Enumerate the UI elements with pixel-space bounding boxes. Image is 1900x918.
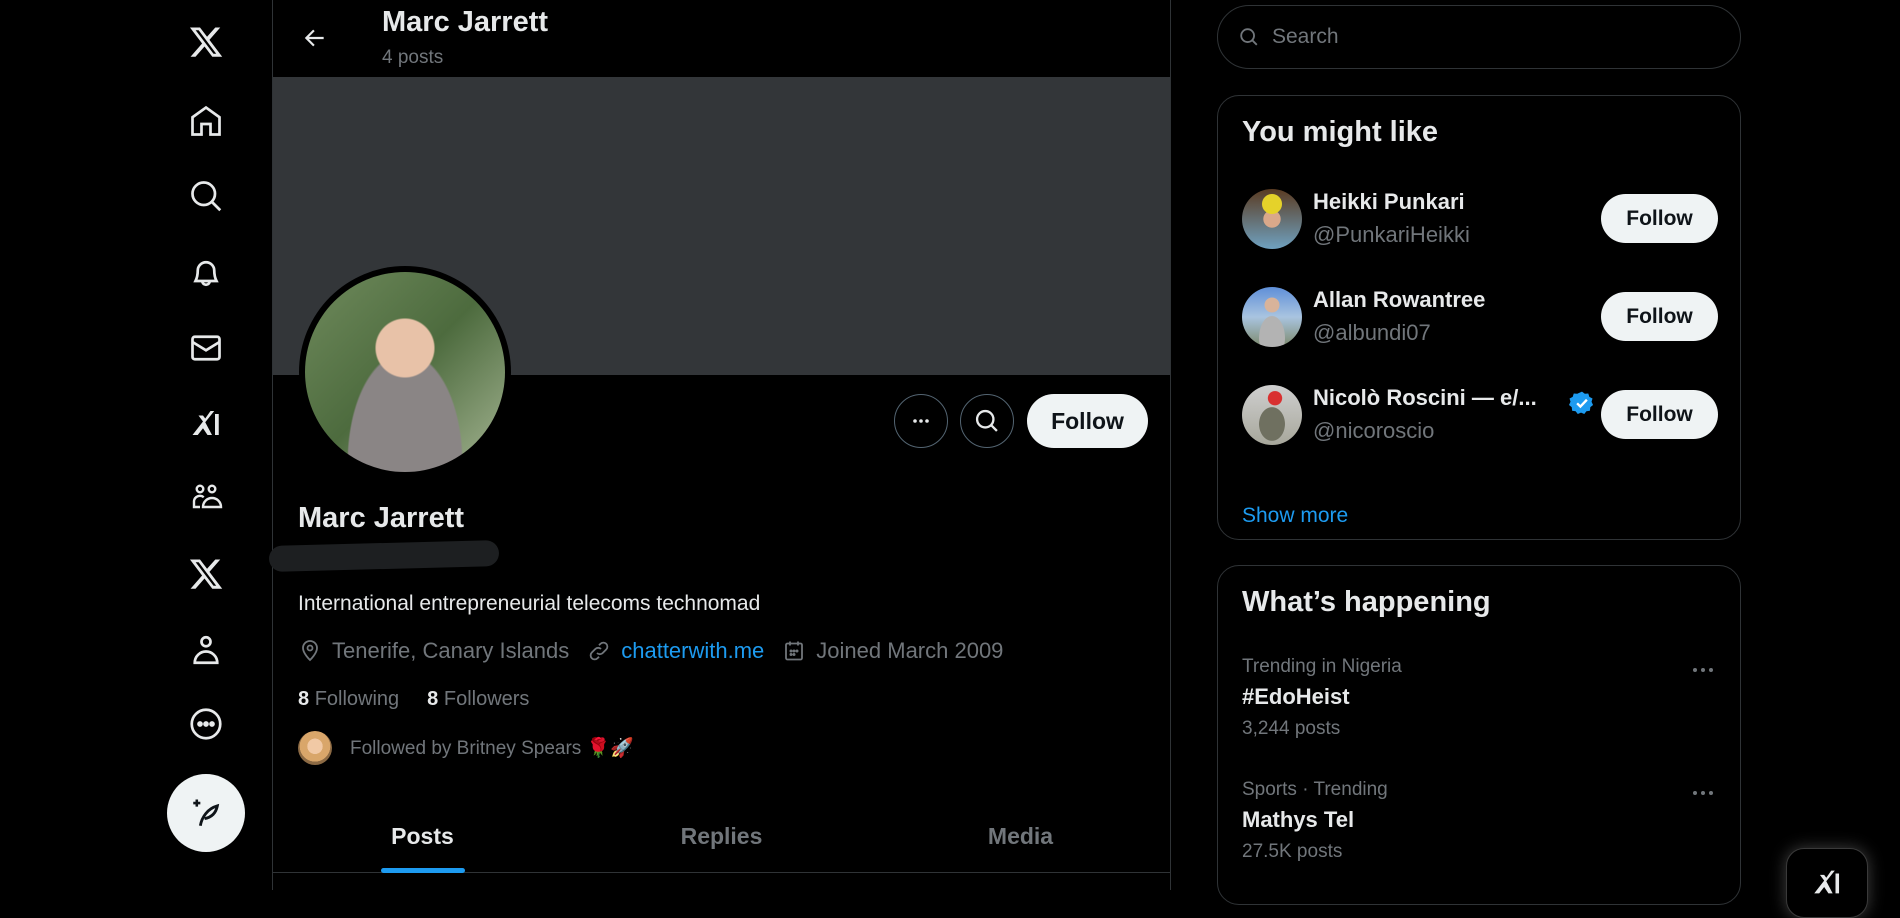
suggestion-handle: @nicoroscio <box>1313 418 1435 443</box>
more-options-button[interactable] <box>894 394 948 448</box>
follow-suggestion-button[interactable]: Follow <box>1601 194 1718 243</box>
trend-count: 27.5K posts <box>1242 841 1343 862</box>
arrow-left-icon <box>304 29 324 47</box>
trend-item[interactable]: Trending in Nigeria #EdoHeist 3,244 post… <box>1242 656 1718 740</box>
tab-media[interactable]: Media <box>871 800 1170 872</box>
whats-happening-card: What’s happening Trending in Nigeria #Ed… <box>1217 565 1741 905</box>
followers-count: 8 <box>427 688 439 710</box>
suggestion-avatar <box>1242 189 1302 249</box>
profile-avatar-image <box>305 272 505 472</box>
ellipsis-icon <box>1693 791 1713 795</box>
trend-item[interactable]: Sports · Trending Mathys Tel 27.5K posts <box>1242 779 1718 863</box>
search-profile-button[interactable] <box>960 394 1014 448</box>
follow-suggestion-button[interactable]: Follow <box>1601 292 1718 341</box>
suggestion-avatar <box>1242 287 1302 347</box>
followers-label: Followers <box>443 688 530 710</box>
follow-button[interactable]: Follow <box>1027 394 1148 448</box>
followed-by[interactable]: Followed by Britney Spears 🌹🚀 <box>298 731 634 765</box>
grok-icon <box>1814 870 1840 894</box>
location-pin-icon <box>302 640 318 662</box>
tab-media-label: Media <box>987 822 1054 849</box>
ellipsis-icon <box>913 419 929 423</box>
profile-person-icon[interactable] <box>178 622 234 678</box>
trend-context: Trending in Nigeria <box>1242 656 1402 677</box>
suggestion-name: Allan Rowantree <box>1313 287 1486 312</box>
followers-link[interactable]: 8 Followers <box>427 688 529 711</box>
tab-replies[interactable]: Replies <box>572 800 871 872</box>
profile-header: Marc Jarrett 4 posts <box>273 0 1170 77</box>
more-circle-icon[interactable] <box>178 696 234 752</box>
profile-bio: International entrepreneurial telecoms t… <box>298 592 761 615</box>
notifications-bell-icon[interactable] <box>178 244 234 300</box>
grok-icon[interactable] <box>178 395 234 451</box>
x-logo-icon[interactable] <box>178 14 234 70</box>
link-icon <box>589 641 609 661</box>
search-input[interactable] <box>1270 24 1710 50</box>
back-button[interactable] <box>295 18 335 58</box>
website-link[interactable]: chatterwith.me <box>621 638 764 664</box>
following-count: 8 <box>298 688 310 710</box>
suggestion-item[interactable]: Heikki Punkari @PunkariHeikki Follow <box>1242 189 1718 251</box>
following-label: Following <box>314 688 400 710</box>
suggestion-item[interactable]: Nicolò Roscini — e/... @nicoroscio Follo… <box>1242 385 1718 447</box>
premium-x-icon[interactable] <box>178 546 234 602</box>
search-icon <box>975 409 998 432</box>
profile-column: Marc Jarrett 4 posts Follow Marc Jarrett… <box>268 0 1171 890</box>
grok-floating-button[interactable] <box>1786 848 1868 918</box>
ellipsis-icon <box>1693 668 1713 672</box>
joined-date: Joined March 2009 <box>782 638 1003 664</box>
location-text: Tenerife, Canary Islands <box>332 638 570 663</box>
show-more-link[interactable]: Show more <box>1242 504 1348 528</box>
trend-count: 3,244 posts <box>1242 718 1341 739</box>
trend-topic: Mathys Tel <box>1242 807 1355 832</box>
home-icon[interactable] <box>178 93 234 149</box>
profile-avatar[interactable] <box>299 266 511 478</box>
profile-tabs: Posts Replies Media <box>273 800 1170 873</box>
header-title: Marc Jarrett <box>382 6 549 38</box>
messages-envelope-icon[interactable] <box>178 320 234 376</box>
joined-text: Joined March 2009 <box>816 638 1004 663</box>
active-tab-indicator <box>380 868 465 873</box>
profile-stats: 8 Following 8 Followers <box>298 688 557 711</box>
suggestion-handle: @albundi07 <box>1313 320 1431 345</box>
header-post-count: 4 posts <box>382 47 444 68</box>
suggestion-name: Nicolò Roscini — e/... <box>1313 385 1537 410</box>
followed-by-text: Followed by Britney Spears 🌹🚀 <box>350 738 634 759</box>
following-link[interactable]: 8 Following <box>298 688 399 711</box>
communities-icon[interactable] <box>178 470 234 526</box>
search-icon <box>1240 28 1258 46</box>
whats-happening-title: What’s happening <box>1242 586 1491 618</box>
suggestion-item[interactable]: Allan Rowantree @albundi07 Follow <box>1242 287 1718 349</box>
trend-more-button[interactable] <box>1688 660 1718 680</box>
feather-plus-icon <box>193 799 220 827</box>
profile-name: Marc Jarrett <box>298 502 465 534</box>
suggestion-avatar <box>1242 385 1302 445</box>
location: Tenerife, Canary Islands <box>298 638 569 664</box>
suggestion-handle: @PunkariHeikki <box>1313 222 1470 247</box>
trend-topic: #EdoHeist <box>1242 684 1350 709</box>
calendar-icon <box>785 641 804 661</box>
profile-meta: Tenerife, Canary Islands chatterwith.me … <box>298 638 1021 664</box>
redacted-handle <box>268 539 500 573</box>
website[interactable]: chatterwith.me <box>587 638 764 664</box>
tab-replies-label: Replies <box>680 822 763 849</box>
verified-badge-icon <box>1569 391 1594 415</box>
you-might-like-card: You might like Heikki Punkari @PunkariHe… <box>1217 95 1741 540</box>
tab-posts-label: Posts <box>391 822 454 849</box>
follower-avatar <box>298 731 332 765</box>
tab-posts[interactable]: Posts <box>273 800 572 873</box>
trend-more-button[interactable] <box>1688 783 1718 803</box>
compose-post-button[interactable] <box>167 774 245 852</box>
trend-context: Sports · Trending <box>1242 779 1388 800</box>
search-box[interactable] <box>1217 5 1741 69</box>
suggestion-name: Heikki Punkari <box>1313 189 1465 214</box>
you-might-like-title: You might like <box>1242 116 1439 148</box>
follow-suggestion-button[interactable]: Follow <box>1601 390 1718 439</box>
explore-search-icon[interactable] <box>178 168 234 224</box>
